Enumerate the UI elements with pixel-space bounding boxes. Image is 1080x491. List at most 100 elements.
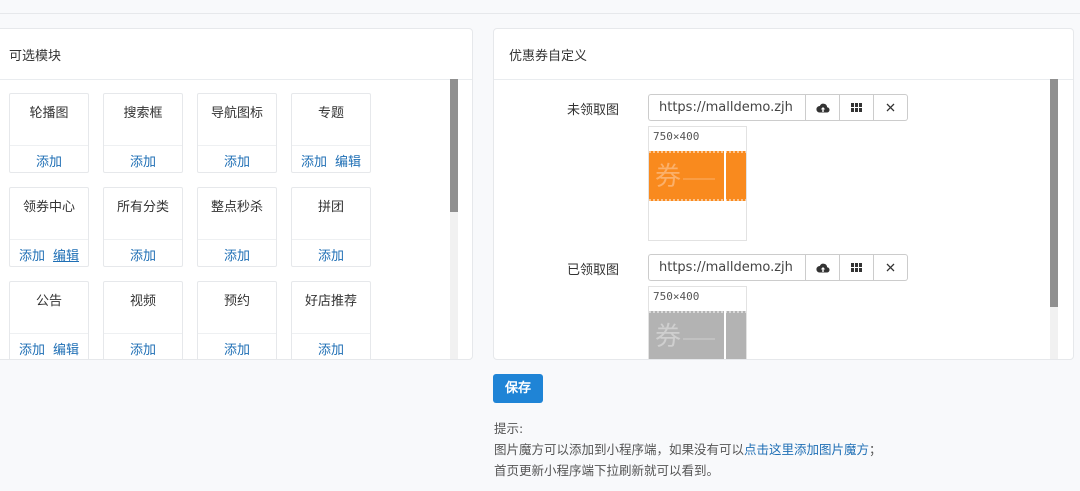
module-actions: 添加	[104, 151, 182, 170]
scrollbar[interactable]	[450, 79, 458, 359]
add-module-link[interactable]: 添加	[301, 155, 327, 170]
add-module-link[interactable]: 添加	[224, 249, 250, 264]
module-divider	[104, 333, 182, 334]
module-divider	[104, 145, 182, 146]
tips-line-1: 图片魔方可以添加到小程序端，如果没有可以点击这里添加图片魔方；	[494, 439, 882, 460]
cloud-upload-icon	[815, 263, 830, 273]
edit-module-link[interactable]: 编辑	[53, 249, 79, 264]
module-name: 轮播图	[29, 106, 69, 121]
module-name: 好店推荐	[304, 294, 357, 309]
module-divider	[10, 145, 88, 146]
module-card: 领券中心添加 编辑	[9, 187, 89, 267]
upload-button[interactable]	[805, 94, 840, 121]
module-name: 导航图标	[210, 106, 263, 121]
module-card: 公告添加 编辑	[9, 281, 89, 359]
coupon-image-unclaimed: 券	[649, 151, 746, 201]
tips-text: ；	[869, 442, 882, 457]
module-name: 专题	[317, 106, 344, 121]
module-name: 领券中心	[22, 200, 75, 215]
unclaimed-image-input-group: https://malldemo.zjh	[648, 94, 908, 121]
module-divider	[198, 145, 276, 146]
module-divider	[292, 145, 370, 146]
module-name: 整点秒杀	[210, 200, 263, 215]
clear-button[interactable]	[874, 94, 908, 121]
add-image-cube-link[interactable]: 点击这里添加图片魔方	[744, 442, 869, 457]
choose-from-gallery-button[interactable]	[840, 94, 874, 121]
optional-modules-panel: 可选模块 轮播图 添加 搜索框 添加 导航图标 添加 专题 添加 编辑 领券中心 添加 编辑 所有分类添…	[0, 28, 473, 360]
add-module-link[interactable]: 添加	[19, 249, 45, 264]
module-card: 搜索框 添加	[103, 93, 183, 173]
module-card: 好店推荐 添加	[291, 281, 371, 359]
module-name: 视频	[129, 294, 156, 309]
module-card: 预约 添加	[197, 281, 277, 359]
add-module-link[interactable]: 添加	[318, 343, 344, 358]
add-module-link[interactable]: 添加	[224, 155, 250, 170]
cloud-upload-icon	[815, 103, 830, 113]
scrollbar-thumb[interactable]	[1050, 79, 1058, 307]
module-actions: 添加 编辑	[10, 245, 88, 264]
module-divider	[104, 239, 182, 240]
divider	[494, 79, 1073, 80]
upload-button[interactable]	[805, 254, 840, 281]
tips: 提示: 图片魔方可以添加到小程序端，如果没有可以点击这里添加图片魔方； 首页更新…	[494, 418, 882, 481]
tips-heading: 提示:	[494, 421, 524, 436]
grid-icon	[851, 263, 862, 272]
choose-from-gallery-button[interactable]	[840, 254, 874, 281]
add-module-link[interactable]: 添加	[224, 343, 250, 358]
tips-line-2: 首页更新小程序端下拉刷新就可以看到。	[494, 463, 720, 478]
coupon-custom-panel: 优惠券自定义 未领取图 https://malldemo.zjh 750×400…	[493, 28, 1074, 360]
divider	[0, 79, 472, 80]
module-actions: 添加 编辑	[10, 339, 88, 358]
module-actions: 添加	[292, 339, 370, 358]
module-card: 轮播图 添加	[9, 93, 89, 173]
module-divider	[292, 239, 370, 240]
unclaimed-image-url-input[interactable]: https://malldemo.zjh	[648, 94, 805, 121]
add-module-link[interactable]: 添加	[318, 249, 344, 264]
unclaimed-image-preview: 750×400 券	[648, 126, 747, 241]
module-actions: 添加	[198, 245, 276, 264]
coupon-watermark: 券	[655, 162, 681, 192]
image-size-label: 750×400	[653, 130, 700, 143]
grid-icon	[851, 103, 862, 112]
module-divider	[198, 239, 276, 240]
coupon-watermark: 券	[655, 322, 681, 352]
coupon-image-claimed: 券	[649, 311, 746, 359]
add-module-link[interactable]: 添加	[130, 249, 156, 264]
module-divider	[198, 333, 276, 334]
module-card: 导航图标 添加	[197, 93, 277, 173]
edit-module-link[interactable]: 编辑	[53, 343, 79, 358]
panel-title: 可选模块	[9, 49, 62, 64]
close-icon	[886, 103, 895, 112]
module-name: 搜索框	[123, 106, 163, 121]
add-module-link[interactable]: 添加	[19, 343, 45, 358]
claimed-image-url-input[interactable]: https://malldemo.zjh	[648, 254, 805, 281]
scrollbar-thumb[interactable]	[450, 79, 458, 212]
edit-module-link[interactable]: 编辑	[335, 155, 361, 170]
add-module-link[interactable]: 添加	[130, 343, 156, 358]
scrollbar[interactable]	[1050, 79, 1058, 359]
module-divider	[10, 239, 88, 240]
save-button[interactable]: 保存	[493, 374, 543, 403]
module-actions: 添加 编辑	[292, 151, 370, 170]
claimed-image-label: 已领取图	[566, 263, 619, 278]
module-actions: 添加	[292, 245, 370, 264]
image-size-label: 750×400	[653, 290, 700, 303]
add-module-link[interactable]: 添加	[130, 155, 156, 170]
module-name: 预约	[223, 294, 250, 309]
claimed-image-input-group: https://malldemo.zjh	[648, 254, 908, 281]
clear-button[interactable]	[874, 254, 908, 281]
panel-title: 优惠券自定义	[509, 49, 588, 64]
module-card: 专题添加 编辑	[291, 93, 371, 173]
close-icon	[886, 263, 895, 272]
add-module-link[interactable]: 添加	[36, 155, 62, 170]
module-name: 公告	[35, 294, 62, 309]
module-actions: 添加	[198, 151, 276, 170]
module-card: 视频 添加	[103, 281, 183, 359]
module-card: 整点秒杀 添加	[197, 187, 277, 267]
unclaimed-image-label: 未领取图	[566, 103, 619, 118]
top-divider	[0, 13, 1080, 14]
module-divider	[292, 333, 370, 334]
tips-text: 图片魔方可以添加到小程序端，如果没有可以	[494, 442, 745, 457]
module-card: 所有分类 添加	[103, 187, 183, 267]
module-divider	[10, 333, 88, 334]
